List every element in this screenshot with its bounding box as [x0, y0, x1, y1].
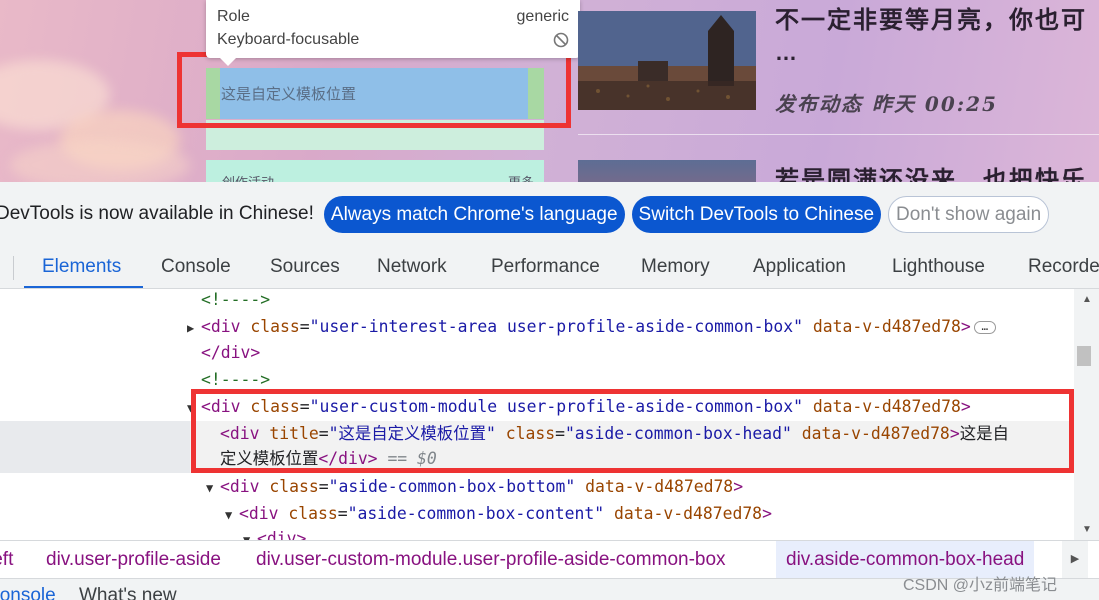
tab-application[interactable]: Application	[753, 246, 846, 288]
collapse-triangle-icon[interactable]: ▼	[206, 475, 220, 502]
article-title-2[interactable]: 若是圆满还没来，也把快乐	[775, 160, 1087, 182]
city-skyline-image	[578, 11, 756, 110]
article-meta: 发布动态 昨天 00:25	[775, 92, 998, 116]
tab-elements[interactable]: Elements	[42, 246, 121, 288]
infobar-message: DevTools is now available in Chinese!	[0, 203, 314, 224]
dom-line-box-bottom[interactable]: ▼ <div class="aside-common-box-bottom" da…	[206, 473, 743, 500]
aside-box-more-link[interactable]: 更多	[508, 172, 534, 182]
collapse-triangle-icon[interactable]: ▼	[225, 502, 239, 529]
tab-recorder[interactable]: Recorder	[1028, 246, 1099, 288]
breadcrumb-item[interactable]: div.user-profile-aside	[46, 541, 221, 578]
article-thumbnail-2[interactable]	[578, 160, 756, 182]
scrollbar-thumb[interactable]	[1077, 346, 1091, 366]
article-title[interactable]: 不一定非要等月亮，你也可	[775, 0, 1087, 35]
tab-memory[interactable]: Memory	[641, 246, 710, 288]
not-allowed-icon	[553, 32, 569, 48]
breadcrumb-scroll-right-icon[interactable]: ▶	[1062, 541, 1088, 578]
dont-show-again-button[interactable]: Don't show again	[888, 195, 1050, 233]
tab-sources[interactable]: Sources	[270, 246, 340, 288]
page-preview: 这是自定义模板位置 创作活动 更多 Role generic Keyboard-…	[0, 0, 1099, 182]
annotation-highlight-box-2	[191, 389, 1074, 473]
language-infobar: DevTools is now available in Chinese! Al…	[0, 182, 1099, 246]
background-cloud	[10, 140, 190, 182]
watermark: CSDN @小z前端笔记	[903, 577, 1058, 594]
collapse-triangle-icon[interactable]: ▼	[243, 527, 257, 540]
dom-line-interest-area[interactable]: ▶ <div class="user-interest-area user-pro…	[187, 313, 996, 340]
dom-line-close-div[interactable]: </div>	[201, 339, 260, 366]
tooltip-role-label: Role	[217, 8, 250, 25]
devtools-tab-bar: Elements Console Sources Network Perform…	[0, 246, 1099, 289]
tab-performance[interactable]: Performance	[491, 246, 600, 288]
tooltip-focusable-label: Keyboard-focusable	[217, 31, 360, 48]
selected-node-gutter	[0, 421, 190, 473]
tab-separator	[13, 256, 14, 280]
annotation-highlight-box	[177, 52, 571, 128]
dom-line-box-content[interactable]: ▼ <div class="aside-common-box-content" d…	[225, 500, 772, 527]
aside-box-title: 创作活动	[222, 172, 274, 182]
tab-console[interactable]: Console	[161, 246, 231, 288]
scroll-down-arrow-icon[interactable]: ▼	[1082, 524, 1092, 535]
comment-node: <!---->	[201, 290, 271, 309]
elements-dom-tree: <!----> ▶ <div class="user-interest-area …	[0, 289, 1074, 540]
drawer-tab-console[interactable]: Console	[0, 585, 56, 600]
tooltip-role-value: generic	[516, 8, 569, 25]
inspect-tooltip: Role generic Keyboard-focusable	[206, 0, 580, 66]
tab-lighthouse[interactable]: Lighthouse	[892, 246, 985, 288]
dom-line-comment[interactable]: <!---->	[201, 289, 270, 313]
drawer-tab-whats-new[interactable]: What's new	[79, 585, 177, 600]
article-thumbnail[interactable]	[578, 11, 756, 110]
expand-triangle-icon[interactable]: ▶	[187, 315, 201, 342]
active-tab-indicator	[24, 286, 143, 288]
breadcrumb-item[interactable]: left	[0, 541, 13, 578]
always-match-language-button[interactable]: Always match Chrome's language	[323, 195, 625, 233]
scroll-up-arrow-icon[interactable]: ▲	[1082, 294, 1092, 305]
dom-line-inner-div[interactable]: ▼ <div>	[243, 525, 306, 540]
dom-tree-scrollbar[interactable]: ▲ ▼	[1074, 289, 1099, 540]
article-ellipsis: …	[775, 40, 797, 65]
breadcrumb-item[interactable]: div.user-custom-module.user-profile-asid…	[256, 541, 726, 578]
switch-to-chinese-button[interactable]: Switch DevTools to Chinese	[631, 195, 882, 233]
tab-network[interactable]: Network	[377, 246, 447, 288]
article-divider	[578, 134, 1099, 135]
aside-box-next: 创作活动 更多	[206, 160, 544, 182]
collapsed-children-badge[interactable]: …	[973, 321, 996, 334]
